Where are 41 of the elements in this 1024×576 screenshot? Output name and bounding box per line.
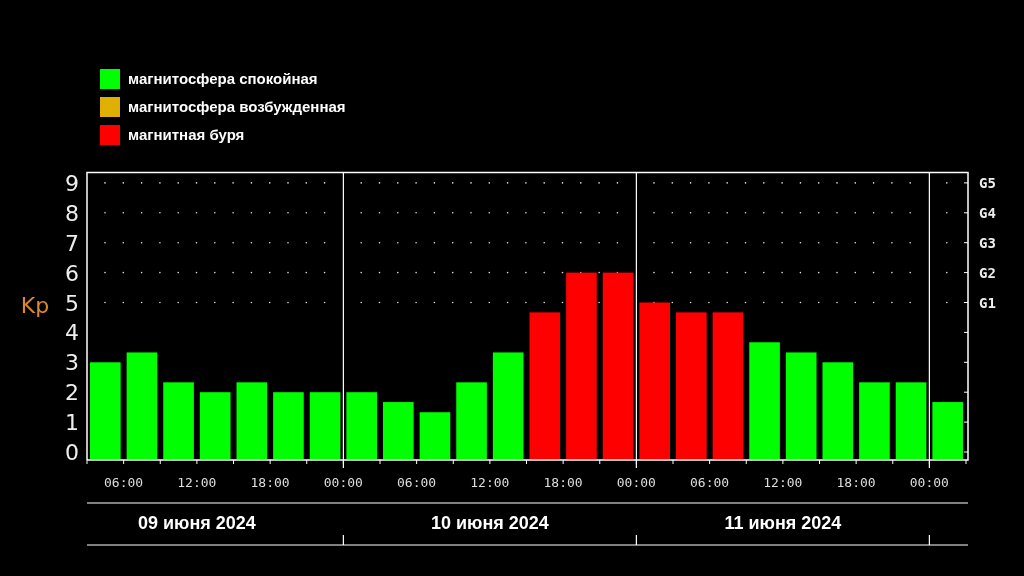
y-tick-label: 5 [65,290,79,316]
bar [932,402,963,459]
y-tick-label: 7 [65,230,79,256]
storm-level-label: G5 [979,174,996,191]
date-label: 10 июня 2024 [430,513,549,533]
x-tick-label: 06:00 [397,475,437,490]
storm-level-label: G2 [979,264,996,281]
storm-level-label: G4 [979,204,996,221]
x-tick-label: 12:00 [177,475,217,490]
x-tick-label: 00:00 [323,475,363,490]
x-tick-label: 06:00 [690,475,730,490]
bar [383,402,414,459]
y-tick-label: 9 [65,170,79,196]
bar [273,392,304,459]
y-tick-label: 0 [65,440,79,465]
y-tick-label: 8 [65,200,79,226]
bar [309,392,341,459]
bar [346,392,377,459]
x-tick-label: 18:00 [836,475,876,490]
x-tick-label: 18:00 [250,475,290,490]
bar [419,412,451,459]
x-tick-label: 12:00 [763,475,803,490]
storm-level-label: G1 [979,294,996,311]
x-tick-label: 00:00 [616,475,656,490]
legend-label: магнитосфера возбужденная [128,98,346,115]
y-tick-label: 3 [65,350,79,376]
y-tick-label: 2 [65,380,79,406]
storm-level-label: G3 [979,234,996,251]
y-tick-label: 6 [65,260,79,286]
legend-label: магнитосфера спокойная [128,70,318,87]
y-axis-label: Kp [20,293,50,318]
x-tick-label: 06:00 [104,475,144,490]
x-tick-label: 12:00 [470,475,510,490]
y-tick-label: 4 [65,320,79,346]
legend-label: магнитная буря [128,126,245,143]
y-tick-label: 1 [65,410,79,436]
bar [199,392,231,459]
date-label: 09 июня 2024 [137,513,256,533]
x-tick-label: 18:00 [543,475,583,490]
x-tick-label: 00:00 [909,475,949,490]
date-label: 11 июня 2024 [724,513,842,533]
